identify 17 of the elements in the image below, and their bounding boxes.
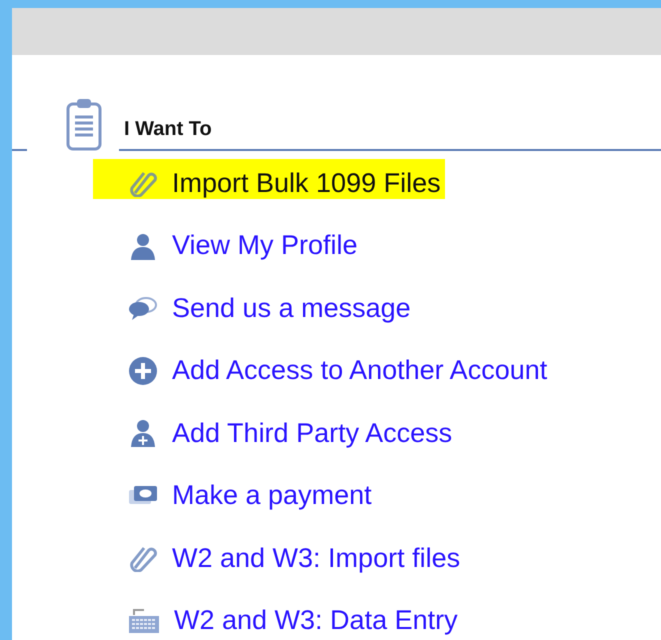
menu-link[interactable]: Send us a message xyxy=(93,284,415,324)
section-heading: I Want To xyxy=(124,118,212,140)
paperclip-icon xyxy=(128,169,158,197)
plus-circle-icon xyxy=(128,356,158,386)
paperclip-icon xyxy=(128,544,158,572)
chat-icon xyxy=(128,294,158,322)
menu-link[interactable]: Add Access to Another Account xyxy=(93,346,552,386)
person-icon xyxy=(128,232,158,260)
menu-link[interactable]: Import Bulk 1099 Files xyxy=(93,159,445,199)
menu-link[interactable]: Make a payment xyxy=(93,472,376,512)
keyboard-icon xyxy=(128,608,160,634)
menu-link[interactable]: W2 and W3: Import files xyxy=(93,534,464,574)
menu-link[interactable]: View My Profile xyxy=(93,222,362,262)
clipboard-icon xyxy=(66,97,102,151)
menu-link[interactable]: W2 and W3: Data Entry xyxy=(93,596,462,636)
menu-link[interactable]: Add Third Party Access xyxy=(93,409,456,449)
person-plus-icon xyxy=(128,419,158,447)
